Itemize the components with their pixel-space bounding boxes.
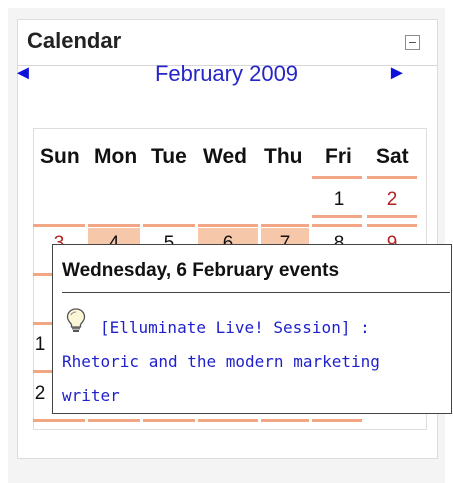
day-underline bbox=[143, 224, 195, 227]
next-month-arrow-icon[interactable]: ► bbox=[387, 62, 407, 85]
event-link[interactable]: [Elluminate Live! Session] : Rhetoric an… bbox=[62, 311, 430, 413]
day-underline bbox=[88, 419, 140, 422]
day-22[interactable]: 2 bbox=[28, 383, 52, 405]
day-underline bbox=[367, 224, 417, 227]
weekday-sun: Sun bbox=[40, 145, 80, 168]
day-underline bbox=[33, 370, 53, 373]
day-15[interactable]: 1 bbox=[28, 334, 52, 356]
day-underline bbox=[33, 273, 53, 276]
day-underline bbox=[367, 215, 417, 218]
day-1[interactable]: 1 bbox=[314, 189, 364, 211]
event-popup: Wednesday, 6 February events [Elluminate… bbox=[52, 244, 452, 414]
day-underline bbox=[88, 224, 140, 227]
day-underline bbox=[33, 419, 85, 422]
day-underline bbox=[33, 224, 85, 227]
day-underline bbox=[312, 224, 362, 227]
day-underline bbox=[33, 322, 53, 325]
day-underline bbox=[261, 224, 309, 227]
weekday-fri: Fri bbox=[325, 145, 352, 168]
day-underline bbox=[143, 419, 195, 422]
header-underline bbox=[312, 176, 362, 179]
weekday-wed: Wed bbox=[203, 145, 247, 168]
month-title[interactable]: February 2009 bbox=[0, 61, 453, 87]
weekday-thu: Thu bbox=[264, 145, 303, 168]
day-underline bbox=[312, 215, 362, 218]
header-underline bbox=[367, 176, 417, 179]
day-underline bbox=[198, 419, 258, 422]
block-header: Calendar bbox=[18, 20, 437, 66]
day-underline bbox=[198, 224, 258, 227]
popup-divider bbox=[62, 292, 450, 293]
collapse-icon[interactable] bbox=[405, 35, 420, 50]
weekday-sat: Sat bbox=[376, 145, 409, 168]
day-underline bbox=[312, 419, 362, 422]
day-2[interactable]: 2 bbox=[367, 189, 417, 211]
block-title: Calendar bbox=[27, 28, 122, 53]
popup-title: Wednesday, 6 February events bbox=[62, 260, 340, 281]
weekday-mon: Mon bbox=[94, 145, 138, 168]
day-underline bbox=[261, 419, 309, 422]
weekday-tue: Tue bbox=[151, 145, 187, 168]
